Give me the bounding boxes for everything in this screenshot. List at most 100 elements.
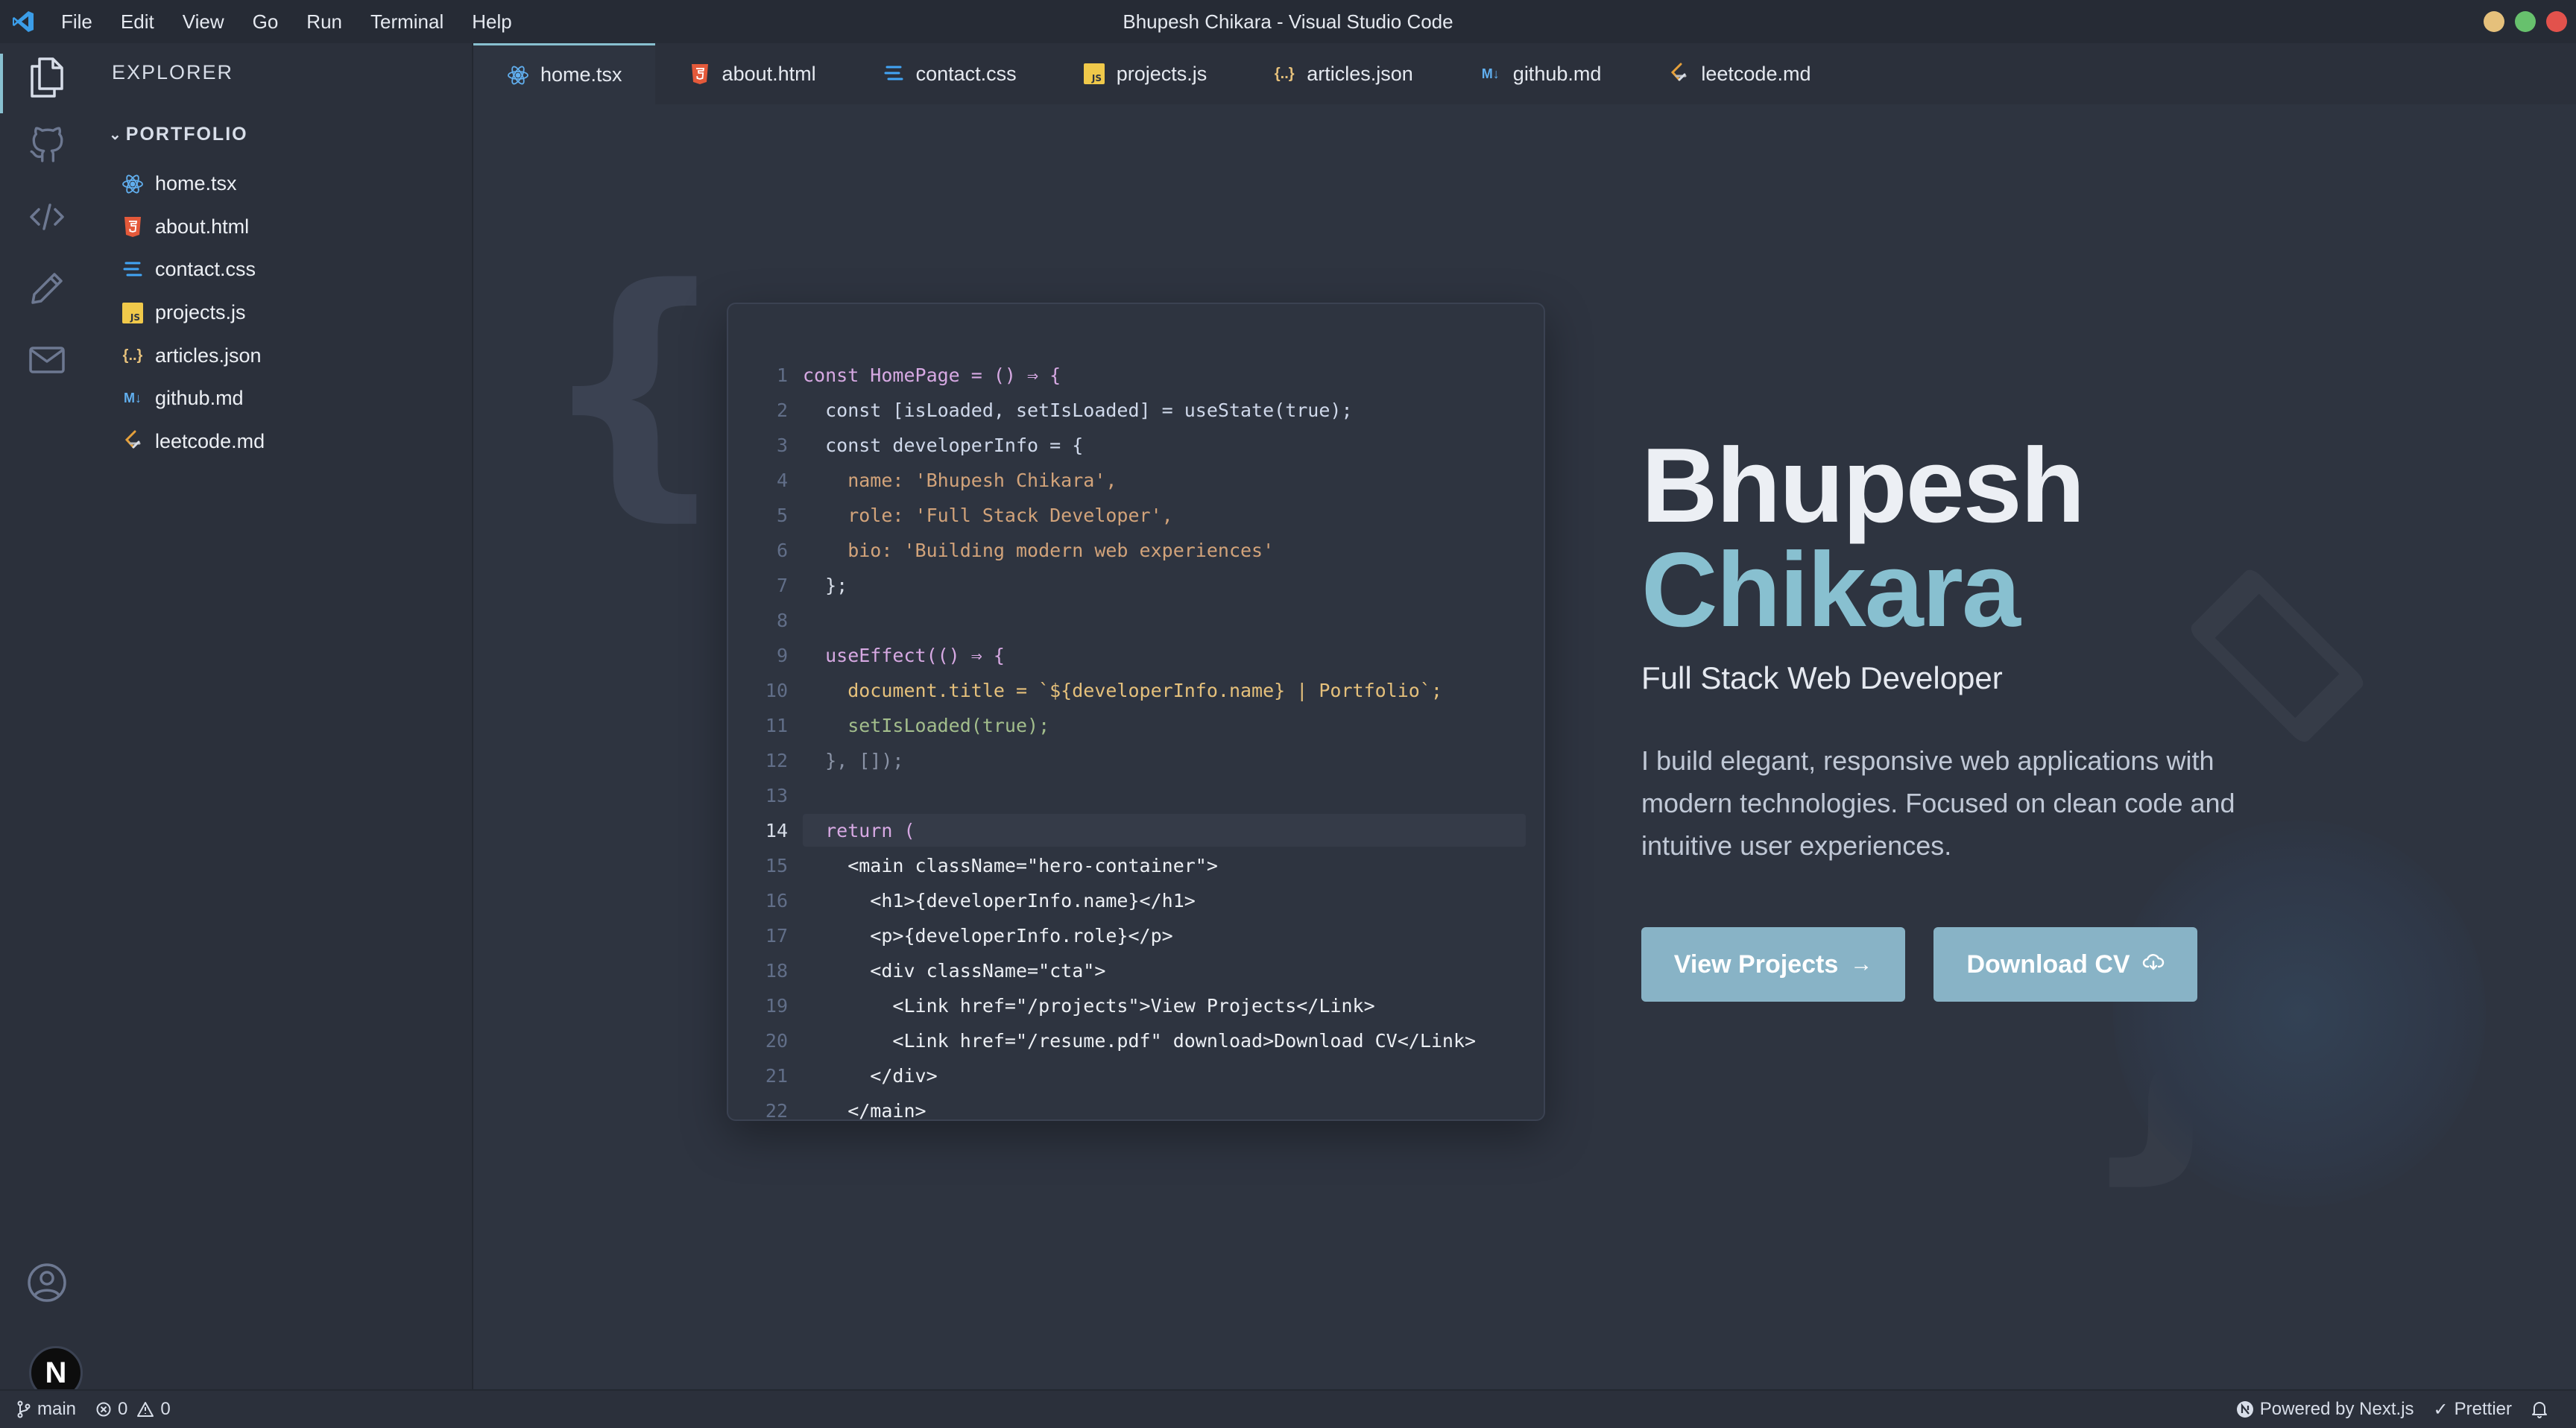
check-icon: ✓ [2433, 1399, 2449, 1420]
code-line[interactable]: 8 [728, 603, 1544, 637]
line-number: 12 [765, 749, 788, 771]
vscode-logo-icon [10, 9, 36, 34]
account-icon[interactable] [25, 1261, 69, 1304]
file-about-html[interactable]: about.html [121, 206, 265, 249]
folder-label: PORTFOLIO [125, 124, 248, 145]
code-text: <h1>{developerInfo.name}</h1> [803, 889, 1196, 912]
menu-file[interactable]: File [58, 7, 95, 37]
powered-by-nextjs[interactable]: Powered by Next.js [2236, 1399, 2414, 1420]
tab-projects-js[interactable]: JS projects.js [1049, 43, 1240, 104]
bell-icon [2532, 1402, 2547, 1418]
close-button[interactable] [2546, 11, 2567, 32]
code-text: const [isLoaded, setIsLoaded] = useState… [803, 399, 1353, 421]
button-label: View Projects [1673, 950, 1839, 979]
tab-label: articles.json [1307, 62, 1413, 85]
maximize-button[interactable] [2515, 11, 2536, 32]
tab-label: github.md [1512, 62, 1602, 85]
menu-run[interactable]: Run [303, 7, 345, 37]
code-line[interactable]: 7 }; [728, 568, 1544, 602]
tab-label: home.tsx [540, 63, 622, 86]
active-indicator [0, 54, 3, 113]
code-icon[interactable] [25, 195, 69, 238]
code-line[interactable]: 9 useEffect(() ⇒ { [728, 638, 1544, 672]
editor-area: { } 1const HomePage = () ⇒ {2 const [isL… [473, 104, 2576, 1389]
code-line[interactable]: 12 }, []); [728, 743, 1544, 777]
line-number: 2 [776, 399, 788, 421]
code-line[interactable]: 1 const HomePage = () ⇒ { [728, 358, 1544, 392]
code-line[interactable]: 10 document.title = `${developerInfo.nam… [728, 673, 1544, 707]
code-line[interactable]: 15 <main className="hero-container"> [728, 848, 1544, 882]
file-home-tsx[interactable]: home.tsx [121, 162, 265, 206]
code-text: return ( [803, 814, 1526, 847]
file-articles-json[interactable]: {..} articles.json [121, 334, 265, 377]
menu-go[interactable]: Go [250, 7, 282, 37]
github-icon[interactable] [25, 124, 69, 167]
download-cv-button[interactable]: Download CV [1933, 927, 2197, 1002]
tab-github-md[interactable]: M↓ github.md [1446, 43, 1635, 104]
react-icon [506, 63, 530, 87]
file-github-md[interactable]: M↓ github.md [121, 377, 265, 420]
line-number: 6 [776, 539, 788, 561]
warning-count: 0 [160, 1399, 171, 1419]
code-line[interactable]: 4 name: 'Bhupesh Chikara', [728, 463, 1544, 497]
view-projects-button[interactable]: View Projects → [1641, 927, 1905, 1002]
code-line[interactable]: 19 <Link href="/projects">View Projects<… [728, 988, 1544, 1023]
file-list: home.tsx about.html contact.css JS proje… [121, 162, 265, 463]
code-line[interactable]: 18 <div className="cta"> [728, 953, 1544, 988]
file-projects-js[interactable]: JS projects.js [121, 291, 265, 335]
hero-bio: I build elegant, responsive web applicat… [1641, 745, 2235, 861]
code-line[interactable]: 14 return ( [728, 813, 1544, 847]
file-label: leetcode.md [155, 429, 265, 452]
tab-label: about.html [722, 62, 816, 85]
tab-about-html[interactable]: about.html [655, 43, 849, 104]
code-line[interactable]: 20 <Link href="/resume.pdf" download>Dow… [728, 1023, 1544, 1058]
code-text: }; [803, 574, 848, 596]
code-line[interactable]: 16 <h1>{developerInfo.name}</h1> [728, 883, 1544, 917]
code-text: <main className="hero-container"> [803, 854, 1218, 876]
code-text: </div> [803, 1064, 938, 1087]
error-count: 0 [118, 1399, 128, 1419]
code-line[interactable]: 17 <p>{developerInfo.role}</p> [728, 918, 1544, 952]
tab-articles-json[interactable]: {..} articles.json [1240, 43, 1446, 104]
explorer-icon[interactable] [25, 55, 69, 98]
code-line[interactable]: 6 bio: 'Building modern web experiences' [728, 533, 1544, 567]
tab-leetcode-md[interactable]: leetcode.md [1634, 43, 1843, 104]
prettier-indicator[interactable]: ✓ Prettier [2434, 1399, 2512, 1421]
code-text: name: 'Bhupesh Chikara', [803, 469, 1117, 491]
menu-edit[interactable]: Edit [118, 7, 157, 37]
menu-help[interactable]: Help [469, 7, 514, 37]
branch-indicator[interactable]: main [16, 1399, 76, 1420]
chevron-down-icon: ⌄ [109, 127, 123, 143]
line-number: 3 [776, 434, 788, 456]
tab-label: projects.js [1116, 62, 1208, 85]
tab-contact-css[interactable]: contact.css [849, 43, 1049, 104]
tab-home-tsx[interactable]: home.tsx [473, 43, 655, 104]
code-line[interactable]: 21 </div> [728, 1058, 1544, 1093]
folder-portfolio[interactable]: ⌄ PORTFOLIO [109, 124, 248, 145]
pencil-icon[interactable] [25, 267, 69, 310]
code-line[interactable]: 13 [728, 778, 1544, 812]
code-line[interactable]: 2 const [isLoaded, setIsLoaded] = useSta… [728, 393, 1544, 427]
code-text: useEffect(() ⇒ { [803, 644, 1005, 666]
code-line[interactable]: 22 </main> [728, 1093, 1544, 1120]
cloud-download-icon [2142, 952, 2165, 977]
minimize-button[interactable] [2484, 11, 2504, 32]
code-line[interactable]: 5 role: 'Full Stack Developer', [728, 498, 1544, 532]
line-number: 19 [765, 994, 788, 1017]
button-label: Download CV [1966, 950, 2130, 979]
mail-icon[interactable] [25, 338, 69, 382]
warning-icon [137, 1402, 154, 1417]
line-number: 13 [765, 784, 788, 806]
file-leetcode-md[interactable]: leetcode.md [121, 420, 265, 464]
prettier-label: Prettier [2454, 1399, 2512, 1419]
code-line[interactable]: 11 setIsLoaded(true); [728, 708, 1544, 742]
menu-view[interactable]: View [180, 7, 227, 37]
file-contact-css[interactable]: contact.css [121, 248, 265, 291]
line-number: 14 [765, 819, 788, 841]
problems-indicator[interactable]: 0 0 [95, 1399, 171, 1420]
code-line[interactable]: 3 const developerInfo = { [728, 428, 1544, 462]
menu-terminal[interactable]: Terminal [367, 7, 446, 37]
notifications-button[interactable] [2531, 1400, 2554, 1418]
json-icon: {..} [122, 347, 143, 364]
